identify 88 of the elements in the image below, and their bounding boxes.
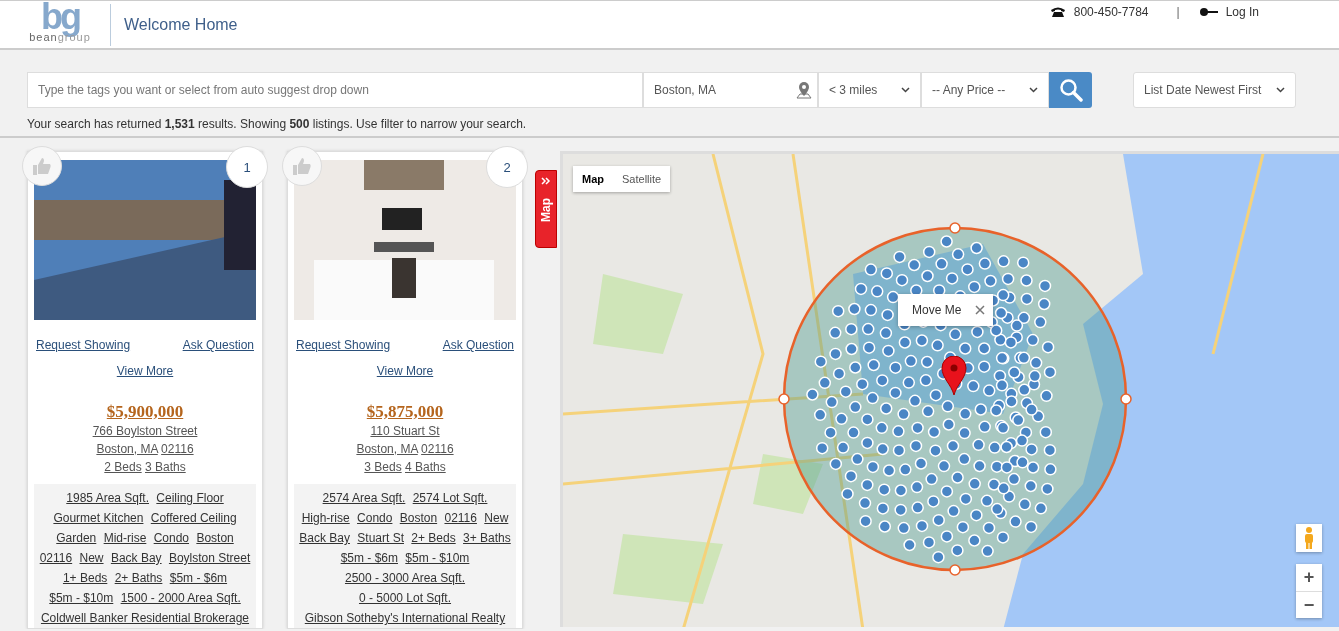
- tag-link[interactable]: Ceiling Floor: [156, 491, 224, 505]
- results-summary: Your search has returned 1,531 results. Showing 500 listings. Use filter to narrow your search.: [27, 117, 528, 131]
- zoom-out-button[interactable]: −: [1296, 591, 1322, 618]
- city-link[interactable]: Boston, MA: [356, 442, 418, 456]
- double-chevron-icon: [541, 177, 551, 185]
- search-button[interactable]: [1049, 72, 1092, 108]
- tag-link[interactable]: Condo: [153, 531, 190, 545]
- key-icon: [1199, 8, 1218, 16]
- tag-link[interactable]: Mid-rise: [103, 531, 147, 545]
- tag-link[interactable]: 2+ Baths: [114, 571, 163, 585]
- street-address[interactable]: 766 Boylston Street: [92, 424, 198, 438]
- street-view-button[interactable]: [1296, 524, 1322, 552]
- thumbs-up-icon: [32, 156, 52, 176]
- search-icon: [1058, 78, 1083, 102]
- tag-link[interactable]: 2574 Lot Sqft.: [412, 491, 488, 505]
- request-showing-link[interactable]: Request Showing: [36, 338, 131, 352]
- map-type-tab[interactable]: Satellite: [613, 166, 671, 192]
- tag-link[interactable]: 02116: [39, 551, 73, 565]
- tag-link[interactable]: 02116: [444, 511, 477, 525]
- baths-link[interactable]: 3 Baths: [145, 460, 186, 474]
- person-icon: [1304, 527, 1314, 549]
- login-link[interactable]: Log In: [1225, 5, 1259, 19]
- thumbs-up-button[interactable]: [22, 146, 62, 186]
- tag-link[interactable]: Back Bay: [110, 551, 162, 565]
- beds-link[interactable]: 2 Beds: [104, 460, 142, 474]
- tag-link[interactable]: Garden: [56, 531, 97, 545]
- tag-link[interactable]: 2+ Beds: [411, 531, 456, 545]
- street-address[interactable]: 110 Stuart St: [370, 424, 440, 438]
- request-showing-link[interactable]: Request Showing: [296, 338, 391, 352]
- zoom-in-button[interactable]: +: [1296, 564, 1322, 591]
- listing-number: 2: [486, 146, 528, 188]
- listing-price[interactable]: $5,875,000: [366, 402, 444, 421]
- caret-icon: [1029, 87, 1038, 93]
- view-more-link[interactable]: View More: [376, 364, 434, 378]
- tag-link[interactable]: $5m - $6m: [340, 551, 398, 565]
- tag-link[interactable]: Boylston Street: [168, 551, 251, 565]
- tag-link[interactable]: $5m - $10m: [49, 591, 114, 605]
- tag-link[interactable]: Stuart St: [357, 531, 404, 545]
- tag-link[interactable]: 2574 Area Sqft.: [322, 491, 406, 505]
- tag-link[interactable]: Boston: [196, 531, 234, 545]
- tag-link[interactable]: 1+ Beds: [62, 571, 108, 585]
- tag-link[interactable]: 0 - 5000 Lot Sqft.: [358, 591, 452, 605]
- zip-link[interactable]: 02116: [421, 442, 454, 456]
- zip-link[interactable]: 02116: [161, 442, 194, 456]
- tag-link[interactable]: 1985 Area Sqft.: [66, 491, 149, 505]
- thumbs-up-button[interactable]: [282, 146, 322, 186]
- popup-text: Move Me: [912, 303, 962, 317]
- agency-link[interactable]: Coldwell Banker Residential Brokerage: [40, 611, 250, 625]
- map-drawing[interactable]: [563, 154, 1339, 627]
- city-link[interactable]: Boston, MA: [96, 442, 158, 456]
- tag-link[interactable]: New: [484, 511, 509, 525]
- caret-icon: [1276, 87, 1285, 93]
- ask-question-link[interactable]: Ask Question: [182, 338, 254, 352]
- listing-number: 1: [226, 146, 268, 188]
- separator: |: [1176, 5, 1180, 19]
- agency-link[interactable]: Gibson Sotheby's International Realty: [304, 611, 506, 625]
- listing-price[interactable]: $5,900,000: [106, 402, 184, 421]
- tag-link[interactable]: High-rise: [301, 511, 350, 525]
- tag-link[interactable]: $5m - $10m: [405, 551, 470, 565]
- baths-link[interactable]: 4 Baths: [405, 460, 446, 474]
- view-more-link[interactable]: View More: [116, 364, 174, 378]
- caret-icon: [901, 87, 910, 93]
- map-type-tab[interactable]: Map: [573, 166, 613, 192]
- map-pin-icon[interactable]: [941, 356, 967, 396]
- price-dropdown[interactable]: -- Any Price --: [921, 72, 1049, 108]
- phone-number[interactable]: 800-450-7784: [1073, 5, 1149, 19]
- radius-dropdown[interactable]: < 3 miles: [818, 72, 921, 108]
- location-field[interactable]: Boston, MA: [643, 72, 818, 108]
- page-title: Welcome Home: [124, 15, 238, 34]
- tag-link[interactable]: 3+ Baths: [463, 531, 511, 545]
- tag-link[interactable]: 1500 - 2000 Area Sqft.: [120, 591, 241, 605]
- tag-search-field[interactable]: Type the tags you want or select from auto suggest drop down: [27, 72, 643, 108]
- close-icon[interactable]: [975, 305, 986, 315]
- sort-dropdown[interactable]: List Date Newest First: [1133, 72, 1296, 108]
- thumbs-up-icon: [292, 156, 312, 176]
- phone-icon: [1049, 6, 1066, 18]
- map-toggle-tab[interactable]: Map: [535, 170, 557, 248]
- tag-link[interactable]: New: [79, 551, 104, 565]
- tag-link[interactable]: Boston: [399, 511, 438, 525]
- tag-link[interactable]: Coffered Ceiling: [150, 511, 237, 525]
- beds-link[interactable]: 3 Beds: [364, 460, 402, 474]
- tag-link[interactable]: 2500 - 3000 Area Sqft.: [344, 571, 466, 585]
- tag-link[interactable]: $5m - $6m: [169, 571, 228, 585]
- tag-link[interactable]: Gourmet Kitchen: [53, 511, 144, 525]
- tag-link[interactable]: Back Bay: [299, 531, 350, 545]
- tag-link[interactable]: Condo: [357, 511, 393, 525]
- ask-question-link[interactable]: Ask Question: [442, 338, 514, 352]
- location-pin-icon: [796, 81, 812, 99]
